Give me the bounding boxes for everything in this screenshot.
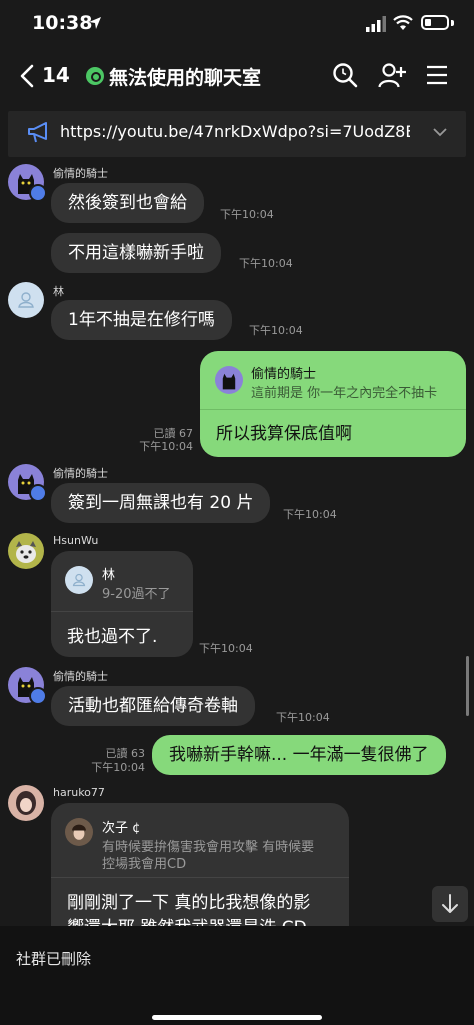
add-user-icon[interactable] bbox=[378, 62, 406, 88]
crown-badge-icon bbox=[29, 484, 47, 502]
message-time: 下午10:04 bbox=[199, 642, 253, 655]
megaphone-icon bbox=[28, 122, 47, 143]
quote-text: 控場我會用CD bbox=[102, 857, 187, 872]
community-deleted-bar: 社群已刪除 bbox=[0, 926, 474, 1025]
announcement-bar[interactable]: https://youtu.be/47nrkDxWdpo?si=7UodZ8E.… bbox=[8, 111, 466, 157]
menu-icon[interactable] bbox=[426, 65, 448, 85]
quote-text: 9-20過不了 bbox=[102, 587, 171, 602]
message-time: 下午10:04 bbox=[220, 208, 274, 221]
sender-name: 林 bbox=[53, 285, 64, 298]
status-time: 10:38 bbox=[32, 12, 93, 34]
sender-name: haruko77 bbox=[53, 786, 105, 799]
message-time: 下午10:04 bbox=[239, 257, 293, 270]
default-user-icon bbox=[18, 292, 34, 308]
quote-sender: 次子 ¢ bbox=[102, 821, 141, 836]
location-arrow-icon bbox=[89, 17, 101, 29]
sender-name: 偷情的騎士 bbox=[53, 167, 108, 180]
profile-photo-icon bbox=[72, 824, 86, 840]
message-time: 下午10:04 bbox=[249, 324, 303, 337]
quote-text: 這前期是 你一年之內完全不抽卡 bbox=[251, 386, 438, 401]
quote-sender: 偷情的騎士 bbox=[251, 367, 317, 382]
reply-bubble[interactable]: 林 9-20過不了 我也過不了. bbox=[51, 551, 193, 657]
chatroom-icon bbox=[86, 67, 104, 85]
home-indicator[interactable] bbox=[152, 1015, 322, 1020]
reply-bubble[interactable]: 偷情的騎士 這前期是 你一年之內完全不抽卡 所以我算保底值啊 bbox=[200, 351, 466, 457]
quote-avatar bbox=[215, 366, 243, 394]
avatar[interactable] bbox=[8, 785, 44, 821]
search-icon[interactable] bbox=[332, 62, 358, 88]
chat-title[interactable]: 無法使用的聊天室 bbox=[109, 63, 261, 90]
dog-avatar-icon bbox=[16, 541, 36, 563]
crown-badge-icon bbox=[29, 687, 47, 705]
cat-avatar-icon bbox=[222, 373, 236, 390]
wifi-icon bbox=[393, 15, 413, 30]
status-bar: 10:38 bbox=[0, 0, 474, 52]
chevron-down-icon[interactable] bbox=[432, 125, 448, 139]
reply-text: 所以我算保底值啊 bbox=[216, 424, 352, 444]
quote-divider bbox=[51, 877, 349, 878]
reply-text: 響還大耶 雖然我武器還是洗 CD bbox=[67, 913, 307, 927]
reply-text: 剛剛測了一下 真的比我想像的影 bbox=[67, 893, 311, 913]
community-deleted-text: 社群已刪除 bbox=[16, 950, 92, 968]
message-bubble[interactable]: 活動也都匯給傳奇卷軸 bbox=[51, 686, 255, 726]
message-bubble[interactable]: 簽到一周無課也有 20 片 bbox=[51, 483, 271, 523]
message-time: 下午10:04 bbox=[91, 761, 145, 774]
announcement-text[interactable]: https://youtu.be/47nrkDxWdpo?si=7UodZ8E.… bbox=[60, 122, 410, 141]
sender-name: HsunWu bbox=[53, 534, 99, 547]
message-time: 下午10:04 bbox=[276, 711, 330, 724]
battery-icon bbox=[421, 15, 449, 30]
back-chevron-icon[interactable] bbox=[18, 62, 44, 90]
profile-photo-icon bbox=[16, 791, 36, 815]
reply-text: 我也過不了. bbox=[67, 627, 158, 647]
message-bubble[interactable]: 我嚇新手幹嘛... 一年滿一隻很佛了 bbox=[152, 735, 446, 775]
sender-name: 偷情的騎士 bbox=[53, 467, 108, 480]
message-bubble[interactable]: 1年不抽是在修行嗎 bbox=[51, 300, 232, 340]
scrollbar[interactable] bbox=[466, 656, 469, 716]
avatar[interactable] bbox=[8, 533, 44, 569]
arrow-down-icon bbox=[442, 894, 458, 913]
avatar[interactable] bbox=[8, 282, 44, 318]
quote-sender: 林 bbox=[102, 568, 116, 583]
default-user-icon bbox=[72, 573, 86, 587]
message-time: 下午10:04 bbox=[139, 440, 193, 453]
signal-icon bbox=[366, 16, 386, 32]
sender-name: 偷情的騎士 bbox=[53, 670, 108, 683]
scroll-to-bottom-button[interactable] bbox=[432, 886, 468, 922]
back-count[interactable]: 14 bbox=[42, 63, 70, 87]
quote-divider bbox=[51, 611, 193, 612]
message-bubble[interactable]: 不用這樣嚇新手啦 bbox=[51, 233, 221, 273]
quote-avatar bbox=[65, 818, 93, 846]
reply-bubble[interactable]: 次子 ¢ 有時候要拚傷害我會用攻擊 有時候要 控場我會用CD 剛剛測了一下 真的… bbox=[51, 803, 349, 927]
message-time: 下午10:04 bbox=[283, 508, 337, 521]
quote-avatar bbox=[65, 566, 93, 594]
crown-badge-icon bbox=[29, 184, 47, 202]
message-bubble[interactable]: 然後簽到也會給 bbox=[51, 183, 204, 223]
battery-tip bbox=[451, 20, 454, 26]
quote-divider bbox=[200, 409, 466, 410]
